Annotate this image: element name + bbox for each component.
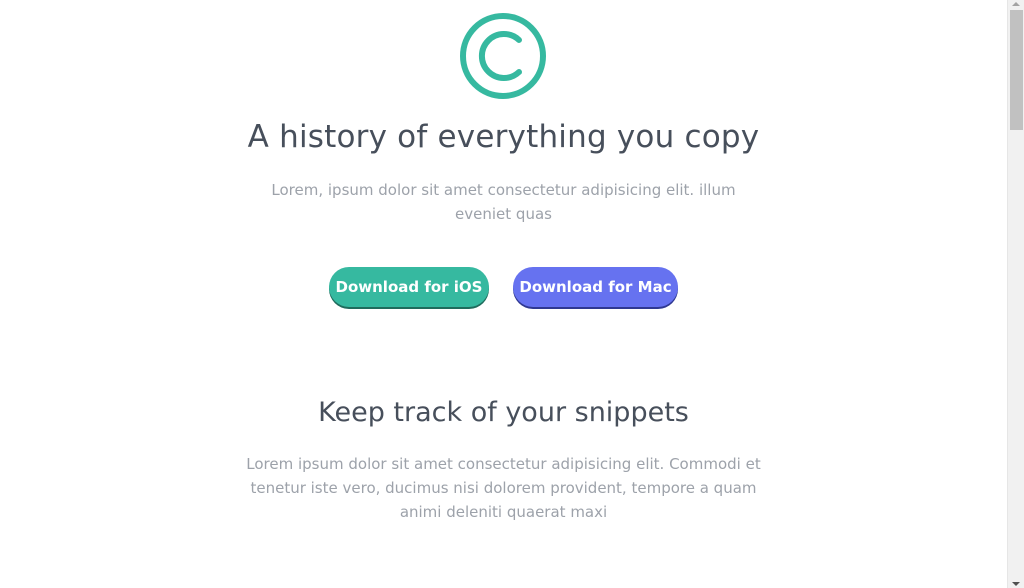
features-text: Lorem ipsum dolor sit amet consectetur a… [246, 455, 761, 521]
landing-page: A history of everything you copy Lorem, … [0, 0, 1007, 588]
download-ios-button[interactable]: Download for iOS [329, 267, 489, 307]
scroll-up-arrow-icon[interactable] [1012, 2, 1020, 6]
download-mac-button[interactable]: Download for Mac [513, 267, 678, 307]
hero-title: A history of everything you copy [247, 119, 760, 155]
features-title: Keep track of your snippets [318, 397, 689, 428]
hero-subtitle: Lorem, ipsum dolor sit amet consectetur … [271, 181, 736, 223]
scroll-down-arrow-icon[interactable] [1012, 582, 1020, 586]
vertical-scrollbar[interactable] [1007, 0, 1024, 588]
copyright-icon [460, 13, 546, 99]
scrollbar-thumb[interactable] [1010, 10, 1023, 130]
browser-viewport: A history of everything you copy Lorem, … [0, 0, 1024, 588]
